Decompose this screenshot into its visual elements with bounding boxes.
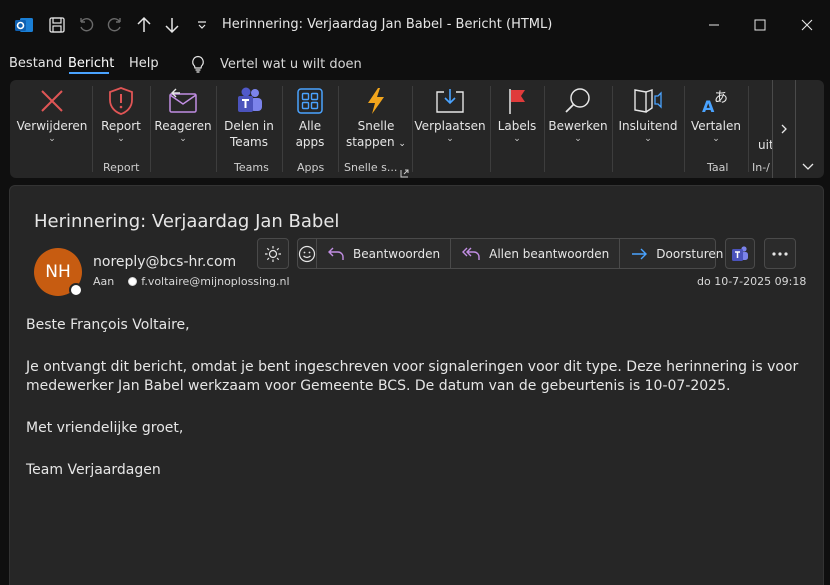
more-icon [772, 251, 788, 256]
emoji-button[interactable] [298, 239, 317, 268]
reply-icon [328, 247, 344, 260]
edit-button[interactable]: Bewerken ⌄ [548, 84, 608, 154]
body-paragraph: Je ontvangt dit bericht, omdat je bent i… [26, 359, 799, 394]
all-apps-button[interactable]: Alle apps [286, 84, 334, 154]
minimize-icon[interactable] [702, 14, 726, 36]
recipient-presence-icon [128, 277, 138, 286]
tell-me-label: Vertel wat u wilt doen [220, 56, 362, 72]
quick-steps-button[interactable]: Snelle stappen ⌄ [342, 84, 410, 154]
dialog-launcher-icon[interactable] [400, 163, 409, 178]
group-language-label: Taal [707, 161, 729, 174]
immersive-reader-button[interactable]: Insluitend ⌄ [616, 84, 680, 154]
message-date: do 10-7-2025 09:18 [697, 275, 807, 288]
report-shield-icon [107, 84, 135, 118]
move-button[interactable]: Verplaatsen ⌄ [414, 84, 486, 154]
group-quick-steps-label: Snelle s... [344, 161, 398, 174]
message-actions: Beantwoorden Allen beantwoorden Doorstur… [297, 238, 723, 269]
message-pane: Herinnering: Verjaardag Jan Babel NH nor… [9, 185, 824, 585]
delete-icon [38, 84, 66, 118]
svg-text:あ: あ [714, 90, 728, 106]
labels-button[interactable]: Labels ⌄ [494, 84, 540, 154]
lightbulb-icon [192, 55, 204, 73]
group-report-label: Report [103, 161, 140, 174]
teams-share-button[interactable] [725, 238, 755, 269]
undo-icon[interactable] [76, 14, 96, 36]
search-icon [563, 84, 593, 118]
emoji-icon [298, 245, 316, 262]
menu-bestand[interactable]: Bestand [9, 56, 62, 71]
brightness-icon [265, 245, 281, 262]
save-icon[interactable] [47, 14, 67, 36]
forward-button[interactable]: Doorsturen [620, 239, 733, 268]
apps-grid-icon [296, 84, 324, 118]
message-body: Beste François Voltaire, Je ontvangt dit… [26, 316, 806, 503]
group-apps-label: Apps [297, 161, 325, 174]
chevron-right-icon [781, 124, 787, 134]
brightness-button[interactable] [257, 238, 289, 269]
translate-button[interactable]: Aあ Vertalen ⌄ [688, 84, 744, 154]
active-tab-indicator [69, 72, 109, 74]
teams-icon [732, 245, 748, 261]
ribbon-scroll-right-button[interactable] [772, 80, 796, 178]
tell-me-search[interactable]: Vertel wat u wilt doen [190, 55, 362, 73]
lightning-icon [363, 84, 389, 118]
ribbon: Verwijderen ⌄ Report ⌄ Report Reageren ⌄… [10, 80, 824, 178]
share-teams-button[interactable]: Delen in Teams [220, 84, 278, 154]
body-closing: Met vriendelijke groet, [26, 420, 184, 436]
reply-button[interactable]: Beantwoorden [317, 239, 452, 268]
forward-icon [632, 248, 648, 259]
translate-icon: Aあ [700, 84, 732, 118]
group-teams-label: Teams [234, 161, 269, 174]
menu-help[interactable]: Help [129, 56, 159, 71]
reply-envelope-icon [167, 84, 199, 118]
arrow-up-icon[interactable] [134, 14, 154, 36]
title-bar: Herinnering: Verjaardag Jan Babel - Beri… [0, 0, 830, 50]
customize-icon[interactable] [192, 14, 212, 36]
body-signature: Team Verjaardagen [26, 462, 161, 478]
close-icon[interactable] [795, 14, 819, 36]
move-icon [434, 84, 466, 118]
maximize-icon[interactable] [748, 14, 772, 36]
body-greeting: Beste François Voltaire, [26, 317, 190, 333]
ribbon-collapse-button[interactable] [802, 156, 814, 175]
recipient-address[interactable]: f.voltaire@mijnoplossing.nl [141, 275, 289, 288]
teams-icon [233, 84, 265, 118]
reply-all-icon [462, 247, 480, 260]
menu-bar: Bestand Bericht Help [0, 50, 830, 78]
chevron-down-icon: ⌄ [48, 134, 56, 144]
more-options-button[interactable] [764, 238, 796, 269]
message-subject: Herinnering: Verjaardag Jan Babel [34, 211, 340, 232]
immersive-reader-icon [632, 84, 664, 118]
reply-menu-button[interactable]: Reageren ⌄ [154, 84, 212, 154]
recipient-row: Aan f.voltaire@mijnoplossing.nl [93, 275, 290, 288]
group-addins-label: In-/ [752, 161, 770, 174]
flag-icon [504, 84, 530, 118]
arrow-down-icon[interactable] [162, 14, 182, 36]
menu-bericht[interactable]: Bericht [68, 56, 114, 71]
redo-icon[interactable] [105, 14, 125, 36]
reply-all-button[interactable]: Allen beantwoorden [451, 239, 621, 268]
outlook-icon[interactable] [14, 14, 34, 36]
presence-indicator [69, 283, 83, 297]
report-button[interactable]: Report ⌄ [96, 84, 146, 154]
window-title: Herinnering: Verjaardag Jan Babel - Beri… [222, 17, 553, 32]
chevron-down-icon [802, 163, 814, 170]
delete-button[interactable]: Verwijderen ⌄ [16, 84, 88, 154]
sender-address[interactable]: noreply@bcs-hr.com [93, 254, 236, 270]
to-label: Aan [93, 275, 115, 288]
